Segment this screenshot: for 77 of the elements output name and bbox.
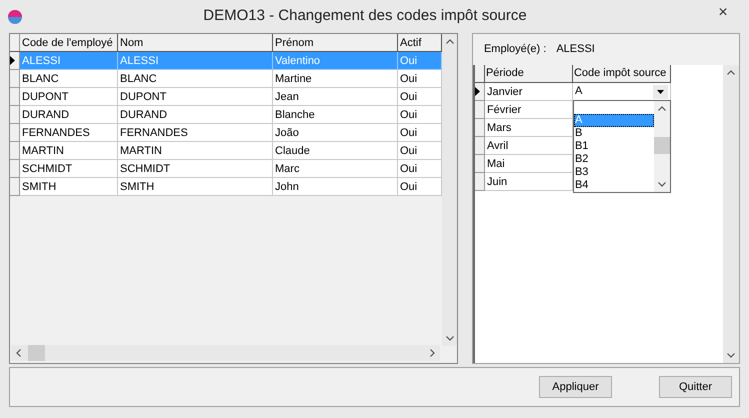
row-selector[interactable] <box>10 52 20 70</box>
table-cell: Avril <box>484 137 573 155</box>
table-cell: MARTIN <box>20 142 118 160</box>
table-cell: SCHMIDT <box>20 160 118 178</box>
table-cell: DUPONT <box>20 88 118 106</box>
table-cell: Martine <box>273 70 398 88</box>
scrollbar-thumb[interactable] <box>654 137 670 154</box>
dropdown-option[interactable]: B4 <box>574 179 654 192</box>
row-selector[interactable] <box>474 83 485 101</box>
table-cell: MARTIN <box>118 142 273 160</box>
table-cell: John <box>273 178 398 196</box>
table-cell: Oui <box>398 178 442 196</box>
close-button[interactable]: × <box>703 2 743 24</box>
table-cell: Blanche <box>273 106 398 124</box>
scroll-down-icon[interactable] <box>658 182 666 187</box>
table-cell: Février <box>484 101 573 119</box>
table-cell: Oui <box>398 88 442 106</box>
table-cell: Valentino <box>273 52 398 70</box>
column-header[interactable]: Code de l'employé <box>20 34 118 51</box>
table-cell: Oui <box>398 106 442 124</box>
column-header[interactable]: Nom <box>118 34 273 51</box>
table-cell: Claude <box>273 142 398 160</box>
action-button[interactable]: Quitter <box>659 376 732 398</box>
horizontal-scrollbar[interactable] <box>11 345 440 361</box>
table-cell: Oui <box>398 52 442 70</box>
dropdown-button[interactable] <box>652 84 668 98</box>
scroll-down-icon[interactable] <box>727 353 735 358</box>
scroll-down-icon[interactable] <box>446 336 454 341</box>
column-header[interactable]: Prénom <box>273 34 398 51</box>
window-title: DEMO13 - Changement des codes impôt source <box>202 6 528 26</box>
table-cell: Juin <box>484 173 573 191</box>
table-cell: DUPONT <box>118 88 273 106</box>
table-cell: Mai <box>484 155 573 173</box>
table-cell: Oui <box>398 142 442 160</box>
table-cell: SCHMIDT <box>118 160 273 178</box>
table-cell: DURAND <box>20 106 118 124</box>
table-cell: BLANC <box>20 70 118 88</box>
dropdown-option[interactable]: B <box>574 127 654 140</box>
table-cell: BLANC <box>118 70 273 88</box>
table-cell: Mars <box>484 119 573 137</box>
table-cell: Oui <box>398 124 442 142</box>
table-cell: SMITH <box>118 178 273 196</box>
row-header-corner <box>474 65 485 83</box>
dropdown-option[interactable]: B3 <box>574 166 654 179</box>
table-cell: ALESSI <box>118 52 273 70</box>
action-button[interactable]: Appliquer <box>539 376 612 398</box>
current-row-icon <box>10 56 15 65</box>
employee-name: ALESSI <box>556 42 595 58</box>
table-cell: FERNANDES <box>118 124 273 142</box>
table-cell: Janvier <box>484 83 573 101</box>
combo-box[interactable]: A <box>572 83 671 101</box>
table-cell: João <box>273 124 398 142</box>
table-cell: Oui <box>398 160 442 178</box>
table-cell: Jean <box>273 88 398 106</box>
column-header[interactable]: Code impôt source <box>572 65 671 83</box>
scroll-left-icon[interactable] <box>16 349 21 357</box>
employee-label: Employé(e) : <box>484 42 546 58</box>
table-cell: Marc <box>273 160 398 178</box>
app-icon <box>7 8 23 24</box>
caret-icon <box>656 90 664 94</box>
dropdown-option[interactable]: B2 <box>574 153 654 166</box>
current-row-icon <box>474 87 480 96</box>
table-cell: Oui <box>398 70 442 88</box>
table-cell: FERNANDES <box>20 124 118 142</box>
scroll-up-icon[interactable] <box>727 70 735 75</box>
table-cell: ALESSI <box>20 52 118 70</box>
table-cell: DURAND <box>118 106 273 124</box>
column-header[interactable]: Actif <box>398 34 442 51</box>
scroll-up-icon[interactable] <box>446 39 454 44</box>
dropdown-option[interactable]: B1 <box>574 140 654 153</box>
table-cell: SMITH <box>20 178 118 196</box>
scroll-up-icon[interactable] <box>658 106 666 111</box>
vertical-scrollbar[interactable] <box>723 65 739 363</box>
scrollbar-thumb[interactable] <box>28 345 45 361</box>
vertical-scrollbar[interactable] <box>442 34 457 346</box>
scroll-right-icon[interactable] <box>430 349 435 357</box>
column-header[interactable]: Période <box>484 65 573 83</box>
